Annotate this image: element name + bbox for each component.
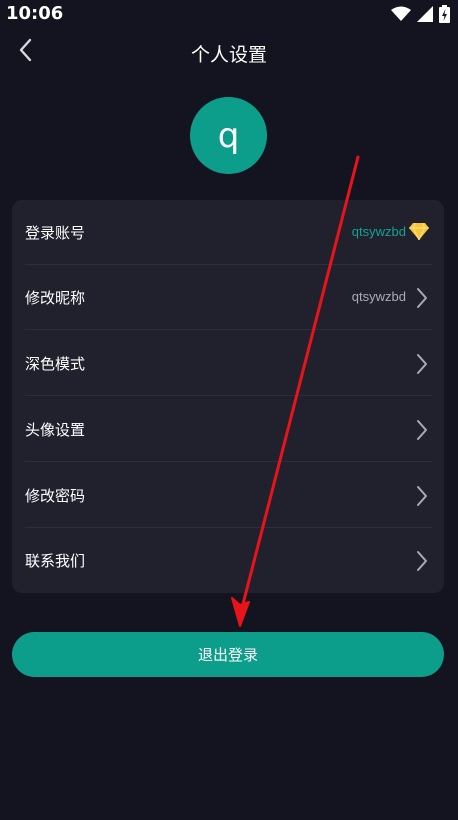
settings-row-nickname[interactable]: 修改昵称 qtsywzbd — [12, 265, 444, 330]
battery-charging-icon — [439, 5, 450, 23]
settings-row-avatar[interactable]: 头像设置 — [12, 397, 444, 462]
chevron-right-icon — [416, 419, 428, 445]
diamond-icon — [409, 222, 429, 244]
signal-icon — [417, 6, 433, 22]
settings-row-account[interactable]: 登录账号 qtsywzbd — [12, 200, 444, 265]
chevron-right-icon — [416, 287, 428, 313]
settings-row-label: 登录账号 — [25, 224, 86, 242]
logout-button[interactable]: 退出登录 — [12, 632, 444, 677]
avatar[interactable]: q — [190, 97, 267, 174]
settings-card: 登录账号 qtsywzbd 修改昵称 qtsywzbd 深色模式 头像设置 修改… — [12, 200, 444, 593]
settings-row-label: 头像设置 — [25, 421, 86, 439]
top-bar: 个人设置 — [0, 32, 458, 72]
settings-row-contact[interactable]: 联系我们 — [12, 528, 444, 593]
settings-row-label: 深色模式 — [25, 355, 86, 373]
chevron-right-icon — [416, 550, 428, 576]
divider — [25, 329, 432, 330]
nickname-value: qtsywzbd — [351, 289, 406, 304]
page-title: 个人设置 — [190, 44, 267, 66]
status-bar: 10:06 — [0, 0, 458, 28]
settings-row-label: 修改昵称 — [25, 289, 86, 307]
settings-row-dark-mode[interactable]: 深色模式 — [12, 331, 444, 396]
account-value: qtsywzbd — [351, 224, 406, 239]
status-time: 10:06 — [6, 3, 64, 24]
chevron-right-icon — [416, 353, 428, 379]
settings-row-label: 联系我们 — [25, 552, 86, 570]
chevron-right-icon — [416, 485, 428, 511]
divider — [25, 395, 432, 396]
avatar-letter: q — [217, 115, 240, 156]
divider — [25, 461, 432, 462]
wifi-icon — [391, 6, 411, 22]
status-icons — [391, 4, 450, 24]
settings-row-password[interactable]: 修改密码 — [12, 463, 444, 528]
settings-row-label: 修改密码 — [25, 487, 86, 505]
